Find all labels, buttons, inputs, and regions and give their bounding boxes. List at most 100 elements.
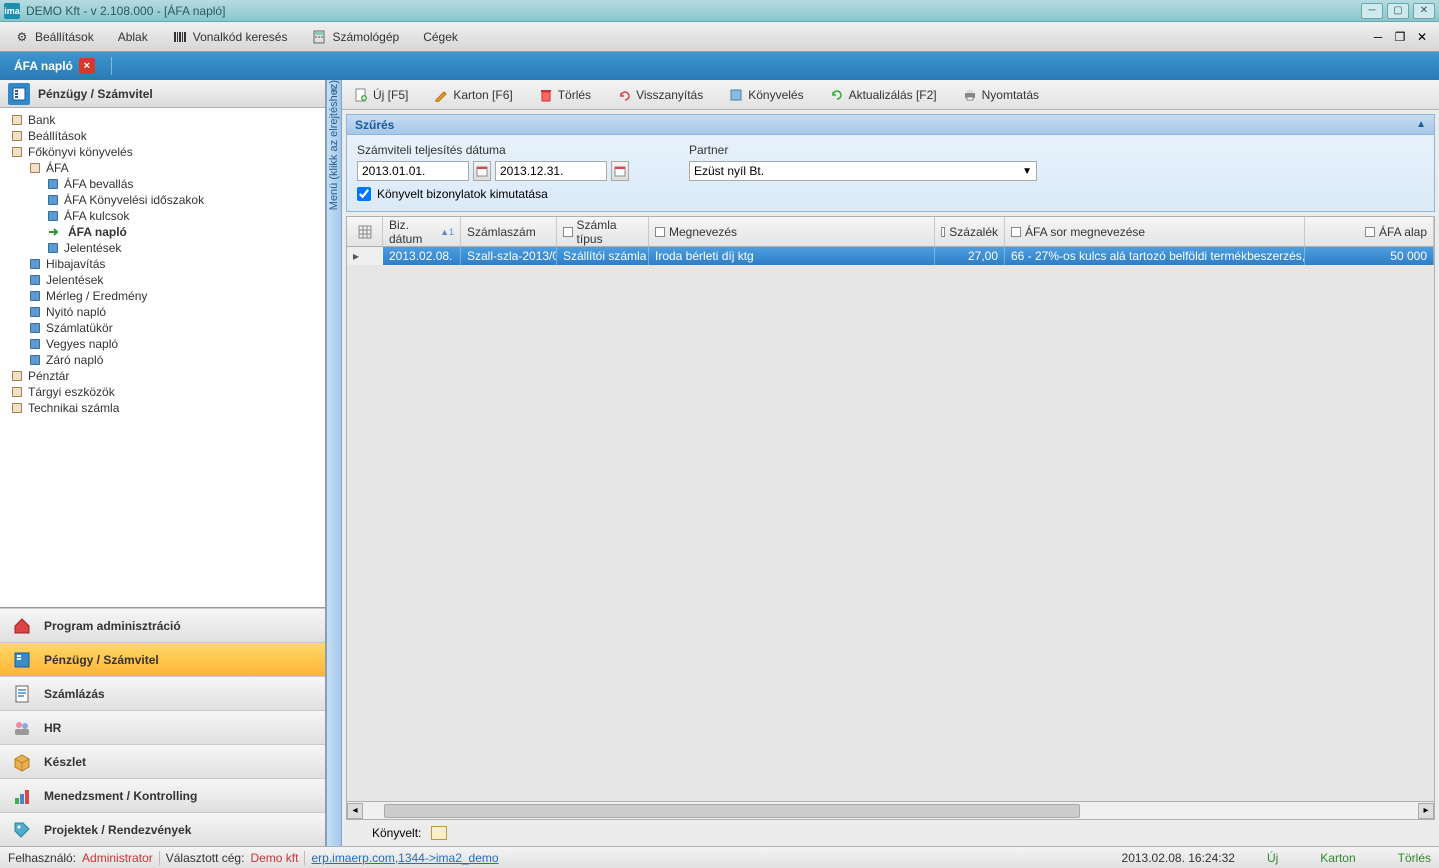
tree-hibajavitas[interactable]: Hibajavítás — [2, 256, 323, 272]
tree-afa-kulcsok[interactable]: ÁFA kulcsok — [2, 208, 323, 224]
column-filter-icon[interactable] — [655, 227, 665, 237]
tree-afa[interactable]: ÁFA — [2, 160, 323, 176]
window-close-button[interactable]: ✕ — [1413, 3, 1435, 19]
new-button-label: Új [F5] — [373, 88, 408, 102]
tree-bank[interactable]: Bank — [2, 112, 323, 128]
menu-companies[interactable]: Cégek — [417, 28, 464, 46]
tree-technikai[interactable]: Technikai számla — [2, 400, 323, 416]
delete-button[interactable]: Törlés — [533, 85, 597, 105]
legend-row: Könyvelt: — [342, 820, 1439, 846]
tree-label: Jelentések — [64, 241, 121, 255]
tree-label: ÁFA napló — [68, 225, 127, 239]
scroll-thumb[interactable] — [384, 804, 1080, 818]
module-penzugy[interactable]: Pénzügy / Számvitel — [0, 642, 325, 676]
column-header-date[interactable]: Biz. dátum ▲1 — [383, 217, 461, 246]
filter-date-label: Számviteli teljesítés dátuma — [357, 143, 629, 157]
status-action-new[interactable]: Új — [1267, 851, 1278, 865]
grid-horizontal-scrollbar[interactable]: ◂ ▸ — [347, 801, 1434, 819]
status-action-delete[interactable]: Törlés — [1398, 851, 1431, 865]
cell-type: Szállítói számla — [557, 247, 649, 265]
mdi-close-button[interactable]: ✕ — [1413, 29, 1431, 45]
tree-zaro[interactable]: Záró napló — [2, 352, 323, 368]
chevron-up-icon[interactable]: ▲ — [1416, 119, 1426, 130]
module-admin[interactable]: Program adminisztráció — [0, 608, 325, 642]
trash-icon — [539, 88, 553, 102]
tree-label: Számlatükör — [46, 321, 113, 335]
window-maximize-button[interactable]: ▢ — [1387, 3, 1409, 19]
mdi-restore-button[interactable]: ❐ — [1391, 29, 1409, 45]
tree-afa-konyvelesi[interactable]: ÁFA Könyvelési időszakok — [2, 192, 323, 208]
tree-afa-naplo[interactable]: ÁFA napló — [2, 224, 323, 240]
filter-booked-checkbox[interactable] — [357, 187, 371, 201]
status-datetime: 2013.02.08. 16:24:32 — [1122, 851, 1235, 865]
booking-button[interactable]: Könyvelés — [723, 85, 809, 105]
column-header-type[interactable]: Számla típus — [557, 217, 649, 246]
date-from-input[interactable] — [357, 161, 469, 181]
window-minimize-button[interactable]: ─ — [1361, 3, 1383, 19]
tree-label: Főkönyvi könyvelés — [28, 145, 133, 159]
sidebar: Pénzügy / Számvitel Bank Beállítások Fők… — [0, 80, 326, 846]
module-hr[interactable]: HR — [0, 710, 325, 744]
module-label: Készlet — [44, 755, 86, 769]
column-header-num[interactable]: Számlaszám — [461, 217, 557, 246]
partner-select[interactable]: Ezüst nyíl Bt. ▼ — [689, 161, 1037, 181]
tree-jelentesek-child[interactable]: Jelentések — [2, 240, 323, 256]
reopen-button[interactable]: Visszanyítás — [611, 85, 709, 105]
print-button[interactable]: Nyomtatás — [957, 85, 1045, 105]
new-button[interactable]: Új [F5] — [348, 85, 414, 105]
delete-button-label: Törlés — [558, 88, 591, 102]
karton-button[interactable]: Karton [F6] — [428, 85, 518, 105]
column-filter-icon[interactable] — [1365, 227, 1375, 237]
column-filter-icon[interactable] — [941, 227, 945, 237]
item-icon — [48, 179, 58, 189]
menu-calculator[interactable]: Számológép — [305, 27, 405, 47]
tab-close-button[interactable]: × — [79, 58, 95, 74]
cell-desc: Iroda bérleti díj ktg — [649, 247, 935, 265]
tree-merleg[interactable]: Mérleg / Eredmény — [2, 288, 323, 304]
module-menedzsment[interactable]: Menedzsment / Kontrolling — [0, 778, 325, 812]
menu-barcode-search[interactable]: Vonalkód keresés — [166, 27, 294, 47]
tree-jelentesek[interactable]: Jelentések — [2, 272, 323, 288]
menubar: ⚙ Beállítások Ablak Vonalkód keresés Szá… — [0, 22, 1439, 52]
module-projektek[interactable]: Projektek / Rendezvények — [0, 812, 325, 846]
mdi-minimize-button[interactable]: ─ — [1369, 29, 1387, 45]
grid-row[interactable]: ▸ 2013.02.08. Szall-szla-2013/01 Szállít… — [347, 247, 1434, 265]
column-filter-icon[interactable] — [1011, 227, 1021, 237]
tree-nyito[interactable]: Nyitó napló — [2, 304, 323, 320]
tree-penztar[interactable]: Pénztár — [2, 368, 323, 384]
menu-settings[interactable]: ⚙ Beállítások — [8, 27, 100, 47]
refresh-button[interactable]: Aktualizálás [F2] — [824, 85, 943, 105]
module-keszlet[interactable]: Készlet — [0, 744, 325, 778]
menu-collapse-strip[interactable]: « Menü (klikk az elrejtéshez) — [326, 80, 342, 846]
item-icon — [30, 275, 40, 285]
tree-szamlatukor[interactable]: Számlatükör — [2, 320, 323, 336]
item-icon — [30, 355, 40, 365]
column-header-base[interactable]: ÁFA alap — [1305, 217, 1434, 246]
filter-date-field: Számviteli teljesítés dátuma — [357, 143, 629, 181]
tree-afa-bevallas[interactable]: ÁFA bevallás — [2, 176, 323, 192]
tree-vegyes[interactable]: Vegyes napló — [2, 336, 323, 352]
date-to-input[interactable] — [495, 161, 607, 181]
menu-window[interactable]: Ablak — [112, 28, 154, 46]
filter-header[interactable]: Szűrés ▲ — [347, 115, 1434, 135]
tree-fokonyvi[interactable]: Főkönyvi könyvelés — [2, 144, 323, 160]
date-from-picker-button[interactable] — [473, 161, 491, 181]
tab-afa-naplo[interactable]: ÁFA napló × — [6, 54, 103, 78]
grid-row-selector-header[interactable] — [347, 217, 383, 246]
tree-targyi[interactable]: Tárgyi eszközök — [2, 384, 323, 400]
scroll-track[interactable] — [363, 803, 1418, 819]
scroll-right-button[interactable]: ▸ — [1418, 803, 1434, 819]
calculator-icon — [311, 29, 327, 45]
date-to-picker-button[interactable] — [611, 161, 629, 181]
column-header-desc[interactable]: Megnevezés — [649, 217, 935, 246]
column-filter-icon[interactable] — [563, 227, 573, 237]
content-toolbar: Új [F5] Karton [F6] Törlés Visszanyítás — [342, 80, 1439, 110]
column-header-pct[interactable]: Százalék — [935, 217, 1005, 246]
grid-header-row: Biz. dátum ▲1 Számlaszám Számla típus Me… — [347, 217, 1434, 247]
tree-beallitasok[interactable]: Beállítások — [2, 128, 323, 144]
tree-label: Mérleg / Eredmény — [46, 289, 147, 303]
scroll-left-button[interactable]: ◂ — [347, 803, 363, 819]
module-szamlazas[interactable]: Számlázás — [0, 676, 325, 710]
column-header-afadesc[interactable]: ÁFA sor megnevezése — [1005, 217, 1305, 246]
status-action-karton[interactable]: Karton — [1320, 851, 1355, 865]
